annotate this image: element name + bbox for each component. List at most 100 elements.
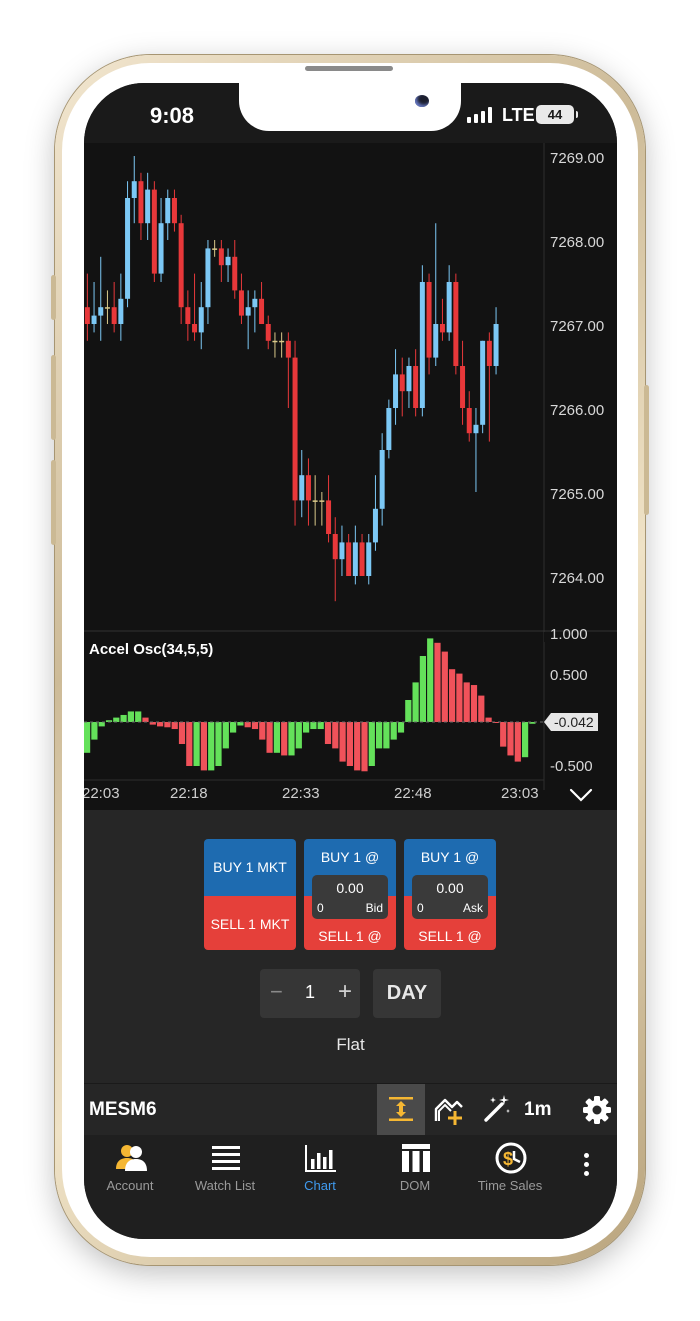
candle-body bbox=[332, 534, 338, 560]
candle-body bbox=[393, 374, 399, 408]
candle-body bbox=[192, 324, 198, 333]
oscillator-bar bbox=[127, 711, 134, 722]
camera-icon bbox=[415, 95, 429, 107]
oscillator-bar bbox=[339, 722, 346, 762]
sell-market-button[interactable]: SELL 1 MKT bbox=[204, 896, 296, 950]
oscillator-bar bbox=[324, 722, 332, 744]
price-chart[interactable]: 7269.00 7268.00 7267.00 7266.00 7265.00 … bbox=[84, 143, 617, 810]
nav-item-time-sales[interactable]: $ Time Sales bbox=[464, 1135, 556, 1205]
duration-button[interactable]: DAY bbox=[373, 969, 441, 1018]
nav-item-account[interactable]: Account bbox=[84, 1135, 176, 1205]
sell-at-ask-label: SELL 1 @ bbox=[418, 928, 482, 944]
oscillator-bar bbox=[419, 656, 426, 722]
oscillator-bar bbox=[237, 722, 244, 726]
oscillator-bar bbox=[383, 722, 390, 749]
vertical-expand-icon bbox=[389, 1097, 413, 1121]
oscillator-bar bbox=[412, 682, 419, 722]
oscillator-bar bbox=[171, 722, 178, 730]
candle-body bbox=[91, 315, 97, 324]
candle-body bbox=[265, 324, 271, 341]
price-label: 7264.00 bbox=[550, 570, 604, 587]
oscillator-bar bbox=[397, 722, 405, 733]
oscillator-bar bbox=[215, 722, 222, 766]
candle-body bbox=[406, 366, 412, 392]
time-label: 23:03 bbox=[501, 785, 539, 802]
oscillator-bar bbox=[91, 722, 98, 740]
candle-body bbox=[279, 340, 285, 343]
candle-body bbox=[439, 324, 445, 333]
candle-body bbox=[218, 248, 224, 266]
more-options-icon[interactable] bbox=[578, 1151, 594, 1181]
interval-selector[interactable]: 1m bbox=[524, 1099, 551, 1121]
settings-button[interactable] bbox=[573, 1084, 617, 1136]
oscillator-bar bbox=[266, 722, 273, 753]
nav-label: Account bbox=[106, 1178, 154, 1193]
candle-body bbox=[225, 256, 231, 266]
candle-body bbox=[138, 181, 144, 224]
oscillator-bar bbox=[98, 722, 105, 727]
nav-item-dom[interactable]: DOM bbox=[369, 1135, 461, 1205]
ask-order-ticket: BUY 1 @ SELL 1 @ 0.00 0 Ask bbox=[404, 839, 496, 950]
candle-body bbox=[125, 198, 131, 299]
price-label: 7267.00 bbox=[550, 318, 604, 335]
candle-body bbox=[379, 450, 385, 509]
bid-order-ticket: BUY 1 @ SELL 1 @ 0.00 0 Bid bbox=[304, 839, 396, 950]
oscillator-bar bbox=[186, 722, 193, 766]
oscillator-bar bbox=[200, 722, 207, 771]
symbol-selector[interactable]: MESM6 bbox=[89, 1099, 157, 1121]
oscillator-bar bbox=[142, 717, 149, 722]
candle-body bbox=[171, 198, 177, 224]
battery-icon: 44 bbox=[536, 105, 578, 124]
candle-body bbox=[185, 307, 191, 324]
candle-body bbox=[426, 282, 432, 358]
oscillator-bar bbox=[244, 722, 251, 728]
status-time: 9:08 bbox=[150, 103, 195, 128]
candle-body bbox=[259, 298, 265, 324]
price-label: 7266.00 bbox=[550, 402, 604, 419]
nav-label: Watch List bbox=[194, 1178, 256, 1193]
candle-body bbox=[460, 366, 466, 408]
candle-body bbox=[212, 248, 218, 250]
notch bbox=[239, 83, 461, 131]
signal-icon bbox=[467, 107, 495, 123]
position-status: Flat bbox=[336, 1035, 365, 1054]
candle-body bbox=[252, 298, 258, 308]
chart-svg[interactable]: 7269.00 7268.00 7267.00 7266.00 7265.00 … bbox=[84, 143, 617, 810]
increase-quantity-button[interactable]: + bbox=[338, 978, 352, 1006]
oscillator-bar bbox=[288, 722, 295, 756]
ask-quantity: 0 bbox=[417, 901, 424, 915]
fit-chart-button[interactable] bbox=[377, 1084, 425, 1136]
bid-label: Bid bbox=[365, 901, 383, 915]
oscillator-bar bbox=[346, 722, 353, 766]
bid-quantity: 0 bbox=[317, 901, 324, 915]
gear-icon bbox=[583, 1096, 611, 1124]
candle-body bbox=[359, 542, 365, 576]
candle-body bbox=[386, 408, 392, 450]
nav-item-watch-list[interactable]: Watch List bbox=[179, 1135, 271, 1205]
sell-market-label: SELL 1 MKT bbox=[210, 916, 290, 932]
nav-item-chart[interactable]: Chart bbox=[274, 1135, 366, 1205]
oscillator-bar bbox=[317, 722, 324, 730]
side-button bbox=[51, 275, 56, 320]
oscillator-bar bbox=[522, 722, 529, 758]
svg-text:$: $ bbox=[503, 1149, 513, 1169]
chart-icon bbox=[305, 1145, 336, 1172]
chevron-down-icon[interactable] bbox=[569, 788, 593, 802]
candle-body bbox=[366, 542, 372, 576]
oscillator-bar bbox=[120, 714, 127, 722]
add-study-button[interactable] bbox=[425, 1084, 473, 1136]
bid-price: 0.00 bbox=[336, 880, 364, 896]
oscillator-bar bbox=[273, 722, 280, 753]
buy-market-button[interactable]: BUY 1 MKT bbox=[204, 839, 296, 896]
osc-label: 1.000 bbox=[550, 626, 588, 643]
candle-body bbox=[84, 307, 90, 324]
candle-body bbox=[198, 307, 204, 333]
oscillator-bar bbox=[507, 722, 514, 756]
candle-body bbox=[319, 500, 325, 502]
oscillator-bar bbox=[303, 722, 310, 733]
oscillator-bar bbox=[463, 682, 470, 722]
candle-body bbox=[466, 408, 472, 434]
bottom-nav: Account Watch List Chart DOM $ Time Sale… bbox=[84, 1135, 617, 1239]
drawing-tools-button[interactable] bbox=[473, 1084, 521, 1136]
candle-body bbox=[339, 542, 345, 560]
